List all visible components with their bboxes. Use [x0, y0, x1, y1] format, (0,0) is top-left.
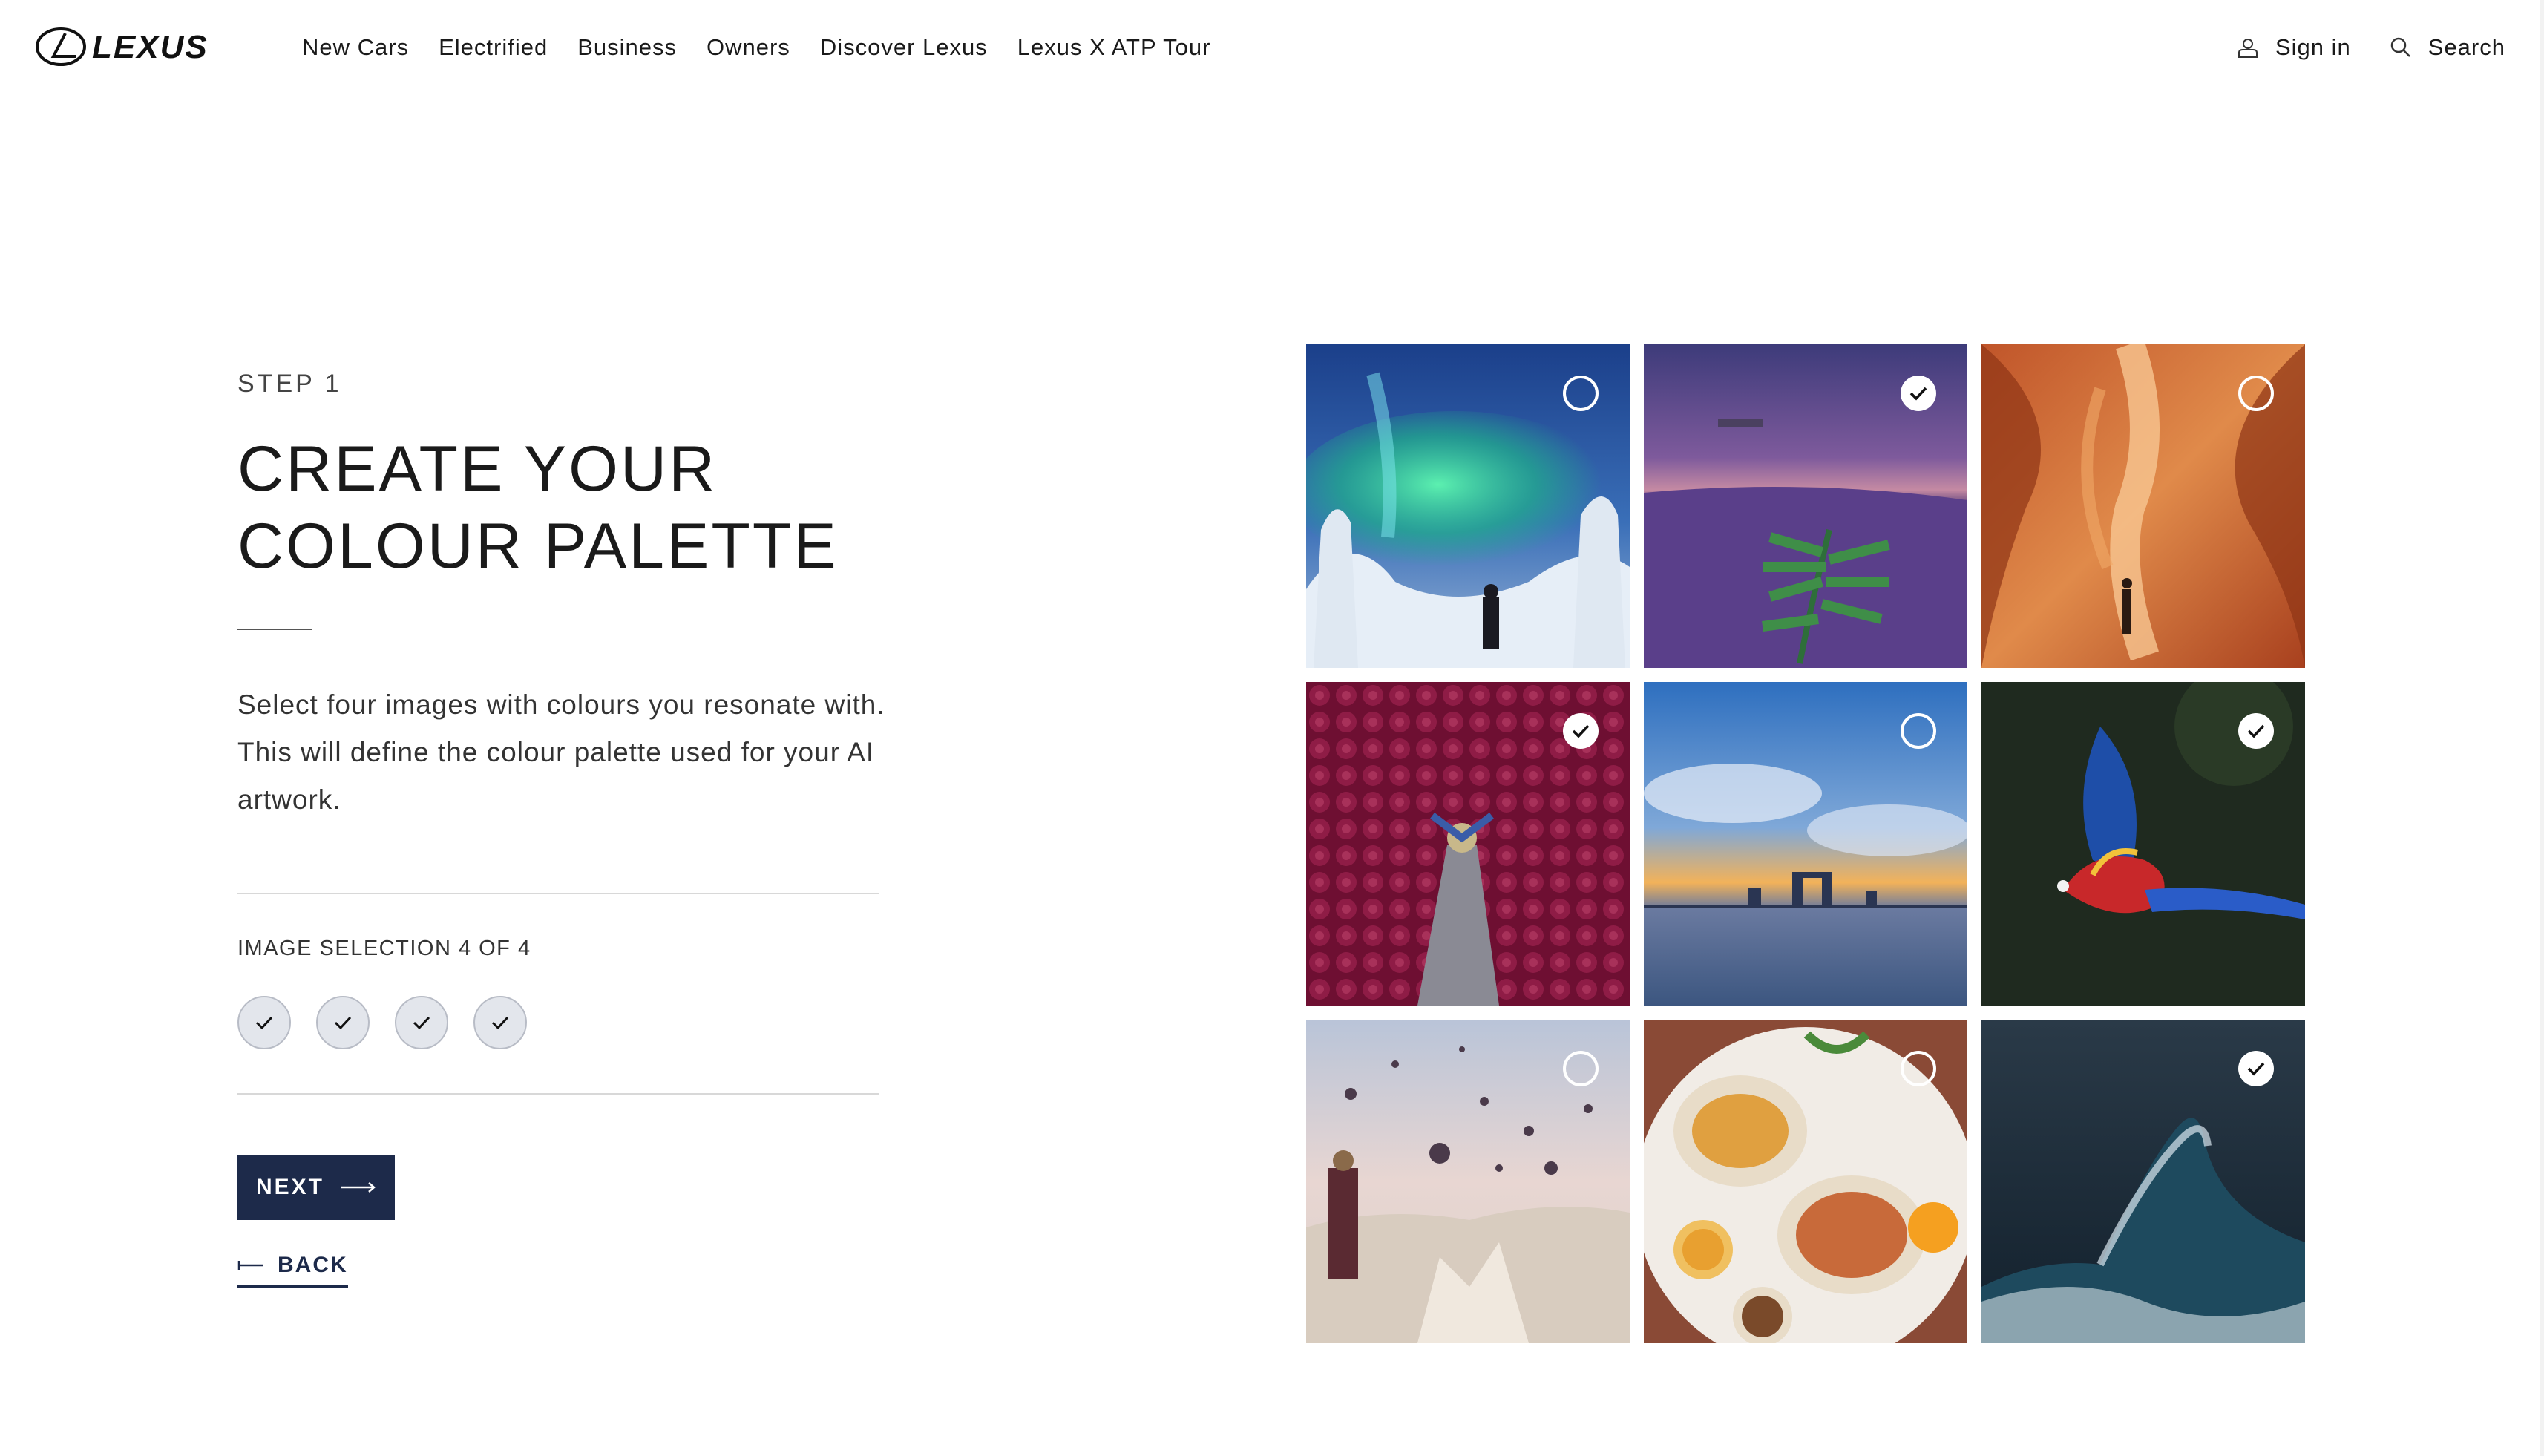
title-line-2: COLOUR PALETTE: [237, 511, 839, 582]
selection-slot: [316, 996, 370, 1049]
arrow-right-icon: [341, 1182, 376, 1193]
arrow-left-icon: [237, 1261, 263, 1270]
select-toggle[interactable]: [1901, 376, 1936, 411]
sign-in-label: Sign in: [2275, 34, 2351, 60]
checkmark-icon: [1909, 387, 1927, 401]
checkmark-icon: [255, 1016, 273, 1030]
back-label: BACK: [278, 1253, 348, 1277]
step-label: STEP 1: [237, 370, 342, 398]
select-toggle[interactable]: [1563, 376, 1599, 411]
checkmark-icon: [491, 1016, 509, 1030]
nav-owners[interactable]: Owners: [707, 30, 790, 65]
checkmark-icon: [1572, 724, 1590, 738]
main-nav: New Cars Electrified Business Owners Dis…: [302, 30, 1240, 65]
nav-lexus-atp-tour[interactable]: Lexus X ATP Tour: [1017, 30, 1211, 65]
image-selection-counter: IMAGE SELECTION 4 OF 4: [237, 937, 531, 960]
select-toggle[interactable]: [1901, 713, 1936, 749]
image-tile-heather-fern[interactable]: [1644, 344, 1967, 668]
step-description: Select four images with colours you reso…: [237, 689, 885, 815]
select-toggle[interactable]: [1901, 1051, 1936, 1086]
image-tile-city-sunset[interactable]: [1644, 682, 1967, 1006]
nav-new-cars[interactable]: New Cars: [302, 30, 409, 65]
image-tile-magenta-flowers[interactable]: [1306, 682, 1630, 1006]
sign-in-link[interactable]: Sign in: [2237, 30, 2351, 65]
site-header: LEXUS New Cars Electrified Business Owne…: [0, 0, 2544, 96]
title-divider: [237, 629, 312, 630]
utility-nav: Sign in Search: [2198, 30, 2505, 65]
checkmark-icon: [334, 1016, 352, 1030]
checkmark-icon: [2247, 1062, 2265, 1076]
selection-slot: [473, 996, 527, 1049]
select-toggle[interactable]: [2238, 376, 2274, 411]
title-line-1: CREATE YOUR: [237, 433, 718, 505]
checkmark-icon: [2247, 724, 2265, 738]
search-icon: [2390, 37, 2410, 57]
user-icon: [2238, 39, 2258, 58]
scrollbar[interactable]: [2540, 0, 2544, 1456]
image-tile-canyon[interactable]: [1981, 344, 2305, 668]
image-tile-balloons[interactable]: [1306, 1020, 1630, 1343]
image-tile-food-table[interactable]: [1644, 1020, 1967, 1343]
selection-slot: [395, 996, 448, 1049]
back-link[interactable]: BACK: [237, 1253, 348, 1288]
image-tile-aurora[interactable]: [1306, 344, 1630, 668]
lexus-logo[interactable]: LEXUS: [36, 27, 245, 67]
search-link[interactable]: Search: [2390, 30, 2505, 65]
next-button[interactable]: NEXT: [237, 1155, 395, 1220]
nav-discover-lexus[interactable]: Discover Lexus: [820, 30, 988, 65]
image-tile-macaw[interactable]: [1981, 682, 2305, 1006]
image-grid: [1306, 344, 2305, 1343]
selection-slots: [237, 996, 552, 1049]
search-label: Search: [2427, 34, 2505, 60]
next-label: NEXT: [255, 1175, 324, 1199]
svg-text:LEXUS: LEXUS: [92, 29, 209, 65]
nav-electrified[interactable]: Electrified: [439, 30, 548, 65]
select-toggle[interactable]: [1563, 713, 1599, 749]
nav-business[interactable]: Business: [577, 30, 677, 65]
select-toggle[interactable]: [2238, 713, 2274, 749]
checkmark-icon: [413, 1016, 430, 1030]
section-divider-top: [237, 893, 879, 894]
select-toggle[interactable]: [2238, 1051, 2274, 1086]
selection-slot: [237, 996, 291, 1049]
lexus-logo-icon: LEXUS: [36, 27, 209, 66]
select-toggle[interactable]: [1563, 1051, 1599, 1086]
image-tile-wave[interactable]: [1981, 1020, 2305, 1343]
page-title: CREATE YOUR COLOUR PALETTE: [237, 430, 905, 585]
section-divider-bottom: [237, 1093, 879, 1095]
